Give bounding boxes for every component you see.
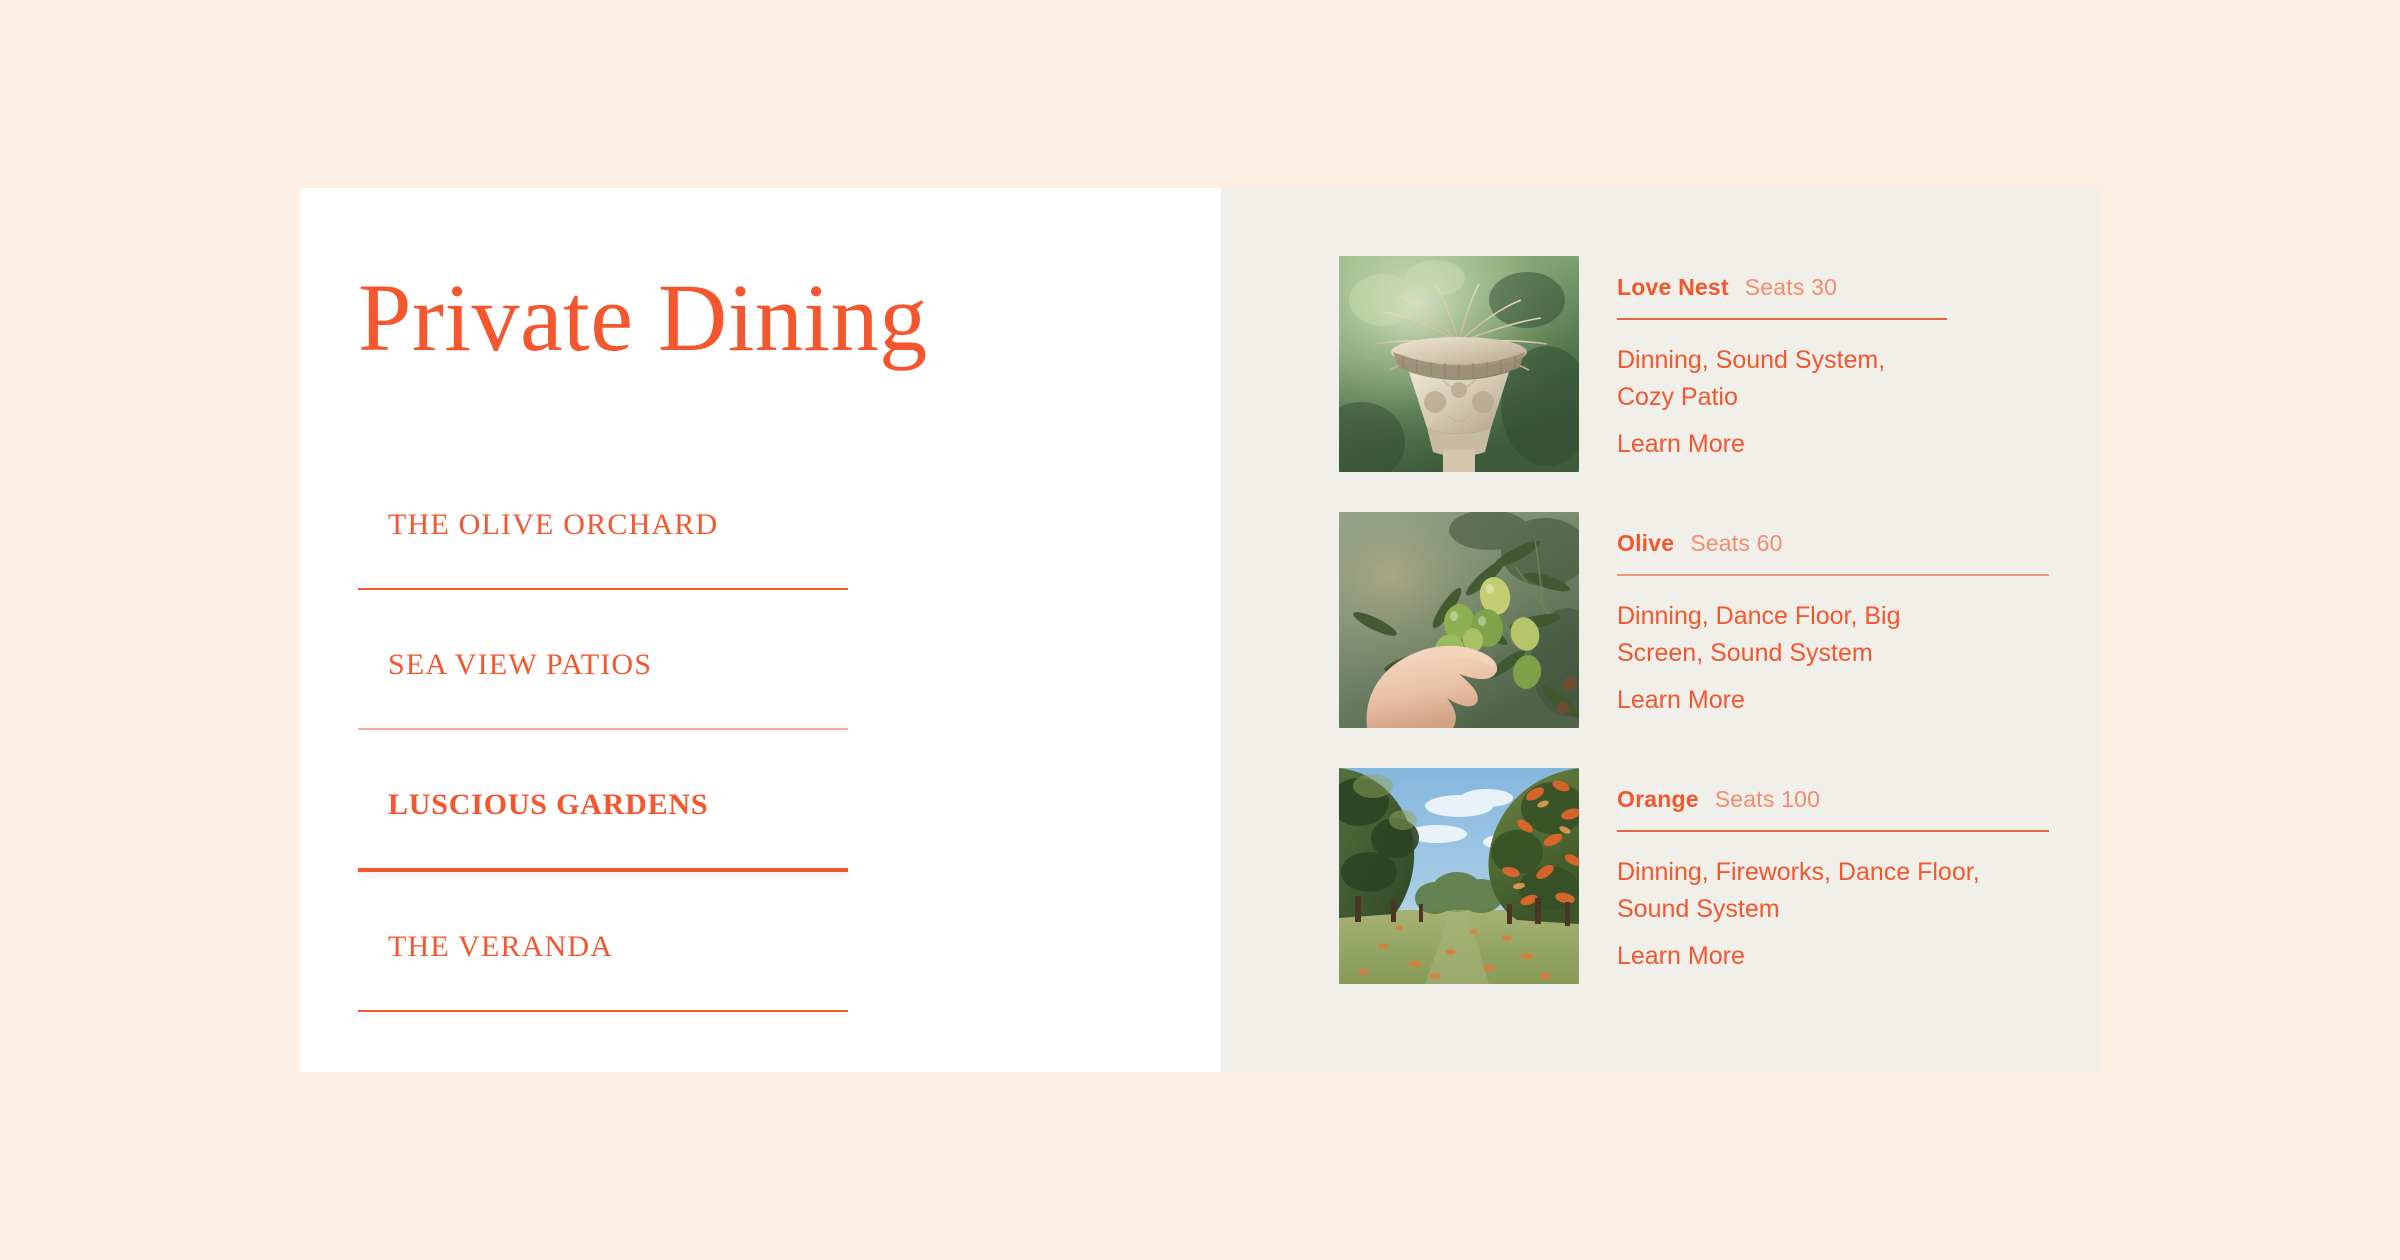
venue-name: Love Nest: [1617, 274, 1729, 300]
nav-item-luscious-gardens[interactable]: LUSCIOUS GARDENS: [358, 790, 848, 872]
nav-item-label: SEA VIEW PATIOS: [388, 648, 653, 681]
venue-card-heading: Olive Seats 60: [1617, 530, 2020, 557]
nav-item-the-olive-orchard[interactable]: THE OLIVE ORCHARD: [358, 510, 848, 590]
learn-more-link[interactable]: Learn More: [1617, 685, 1745, 715]
hand-picking-olives-photo: [1339, 512, 1579, 728]
nav-item-sea-view-patios[interactable]: SEA VIEW PATIOS: [358, 650, 848, 730]
content-panels: Private Dining THE OLIVE ORCHARD SEA VIE…: [300, 188, 2100, 1072]
nav-item-divider: [358, 728, 848, 730]
venue-card-body: Olive Seats 60 Dinning, Dance Floor, Big…: [1579, 512, 2049, 715]
page-title: Private Dining: [358, 264, 928, 371]
venue-card-divider: [1617, 574, 2049, 576]
nav-item-the-veranda[interactable]: THE VERANDA: [358, 932, 848, 1012]
stone-urn-garden-photo: [1339, 256, 1579, 472]
venue-card-divider: [1617, 830, 2049, 832]
venue-seats: Seats 30: [1744, 274, 1838, 300]
venue-description: Dinning, Dance Floor, Big Screen, Sound …: [1617, 602, 1901, 667]
learn-more-link[interactable]: Learn More: [1617, 429, 1745, 459]
nav-item-divider: [358, 1010, 848, 1012]
venue-description: Dinning, Fireworks, Dance Floor, Sound S…: [1617, 858, 1980, 923]
venue-card: Orange Seats 100 Dinning, Fireworks, Dan…: [1339, 768, 2049, 984]
nav-item-label: THE OLIVE ORCHARD: [388, 508, 719, 541]
right-panel: Love Nest Seats 30 Dinning, Sound System…: [1221, 188, 2100, 1072]
venue-card-divider: [1617, 318, 1947, 320]
orange-orchard-path-photo: [1339, 768, 1579, 984]
venue-card-body: Orange Seats 100 Dinning, Fireworks, Dan…: [1579, 768, 2049, 971]
venue-card: Love Nest Seats 30 Dinning, Sound System…: [1339, 256, 2020, 472]
left-panel: Private Dining THE OLIVE ORCHARD SEA VIE…: [300, 188, 1221, 1072]
nav-item-label: LUSCIOUS GARDENS: [388, 788, 709, 821]
venue-card-heading: Love Nest Seats 30: [1617, 274, 2020, 301]
learn-more-link[interactable]: Learn More: [1617, 941, 1745, 971]
venue-name: Orange: [1617, 786, 1699, 812]
venue-description: Dinning, Sound System, Cozy Patio: [1617, 346, 1886, 411]
venue-name: Olive: [1617, 530, 1675, 556]
page-root: Private Dining THE OLIVE ORCHARD SEA VIE…: [0, 0, 2400, 1260]
venue-seats: Seats 60: [1690, 530, 1783, 556]
venue-nav-list: THE OLIVE ORCHARD SEA VIEW PATIOS LUSCIO…: [358, 510, 848, 1012]
venue-seats: Seats 100: [1714, 786, 1821, 812]
nav-item-label: THE VERANDA: [388, 930, 614, 963]
venue-card-list: Love Nest Seats 30 Dinning, Sound System…: [1339, 256, 2049, 984]
venue-card-heading: Orange Seats 100: [1617, 786, 2020, 813]
nav-item-divider-active: [358, 868, 848, 872]
venue-card-body: Love Nest Seats 30 Dinning, Sound System…: [1579, 256, 2020, 459]
venue-card: Olive Seats 60 Dinning, Dance Floor, Big…: [1339, 512, 2049, 728]
nav-item-divider: [358, 588, 848, 590]
